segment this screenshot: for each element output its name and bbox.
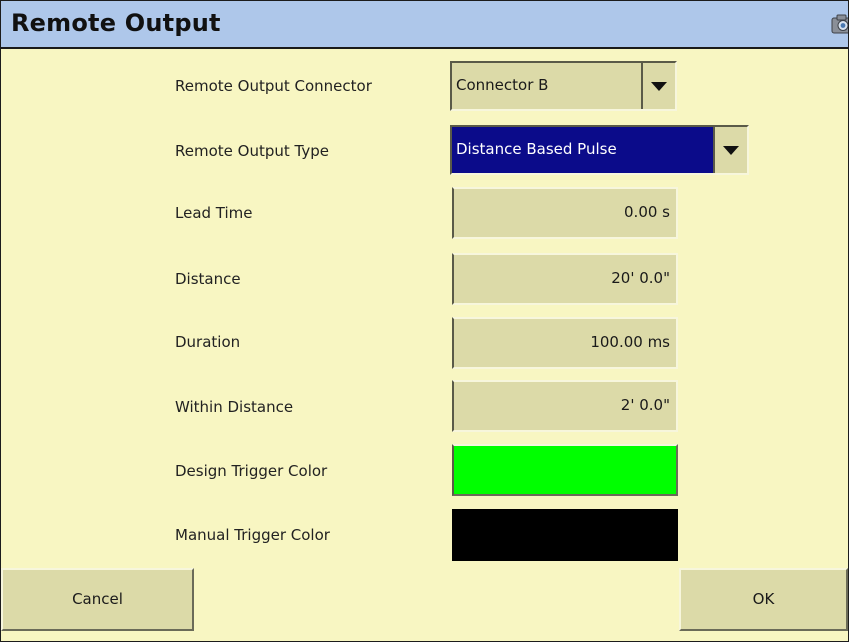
distance-label: Distance xyxy=(175,270,241,288)
duration-value: 100.00 ms xyxy=(590,333,670,351)
design-trigger-color-swatch[interactable] xyxy=(452,444,678,496)
duration-label: Duration xyxy=(175,333,241,351)
lead-time-field[interactable]: 0.00 s xyxy=(452,187,678,239)
ok-button[interactable]: OK xyxy=(679,568,848,631)
duration-field[interactable]: 100.00 ms xyxy=(452,317,678,369)
output-type-dropdown[interactable]: Distance Based Pulse xyxy=(450,125,749,175)
chevron-down-icon[interactable] xyxy=(641,63,675,109)
connector-dropdown[interactable]: Connector B xyxy=(450,61,677,111)
remote-output-dialog: Remote Output Remote Output Connector Co… xyxy=(0,0,849,642)
output-type-value: Distance Based Pulse xyxy=(456,140,617,158)
within-distance-field[interactable]: 2' 0.0" xyxy=(452,380,678,432)
manual-trigger-color-label: Manual Trigger Color xyxy=(175,526,330,544)
within-distance-label: Within Distance xyxy=(175,398,294,416)
dialog-title: Remote Output xyxy=(11,9,221,37)
design-trigger-color-label: Design Trigger Color xyxy=(175,462,328,480)
title-bar: Remote Output xyxy=(1,1,848,49)
lead-time-label: Lead Time xyxy=(175,204,253,222)
cancel-button[interactable]: Cancel xyxy=(1,568,194,631)
output-type-label: Remote Output Type xyxy=(175,142,329,160)
distance-field[interactable]: 20' 0.0" xyxy=(452,253,678,305)
distance-value: 20' 0.0" xyxy=(611,269,670,287)
chevron-down-icon[interactable] xyxy=(713,127,747,173)
connector-label: Remote Output Connector xyxy=(175,77,372,95)
connector-value: Connector B xyxy=(456,76,549,94)
lead-time-value: 0.00 s xyxy=(624,203,670,221)
camera-icon[interactable] xyxy=(830,13,848,35)
within-distance-value: 2' 0.0" xyxy=(620,396,670,414)
manual-trigger-color-swatch[interactable] xyxy=(452,509,678,561)
